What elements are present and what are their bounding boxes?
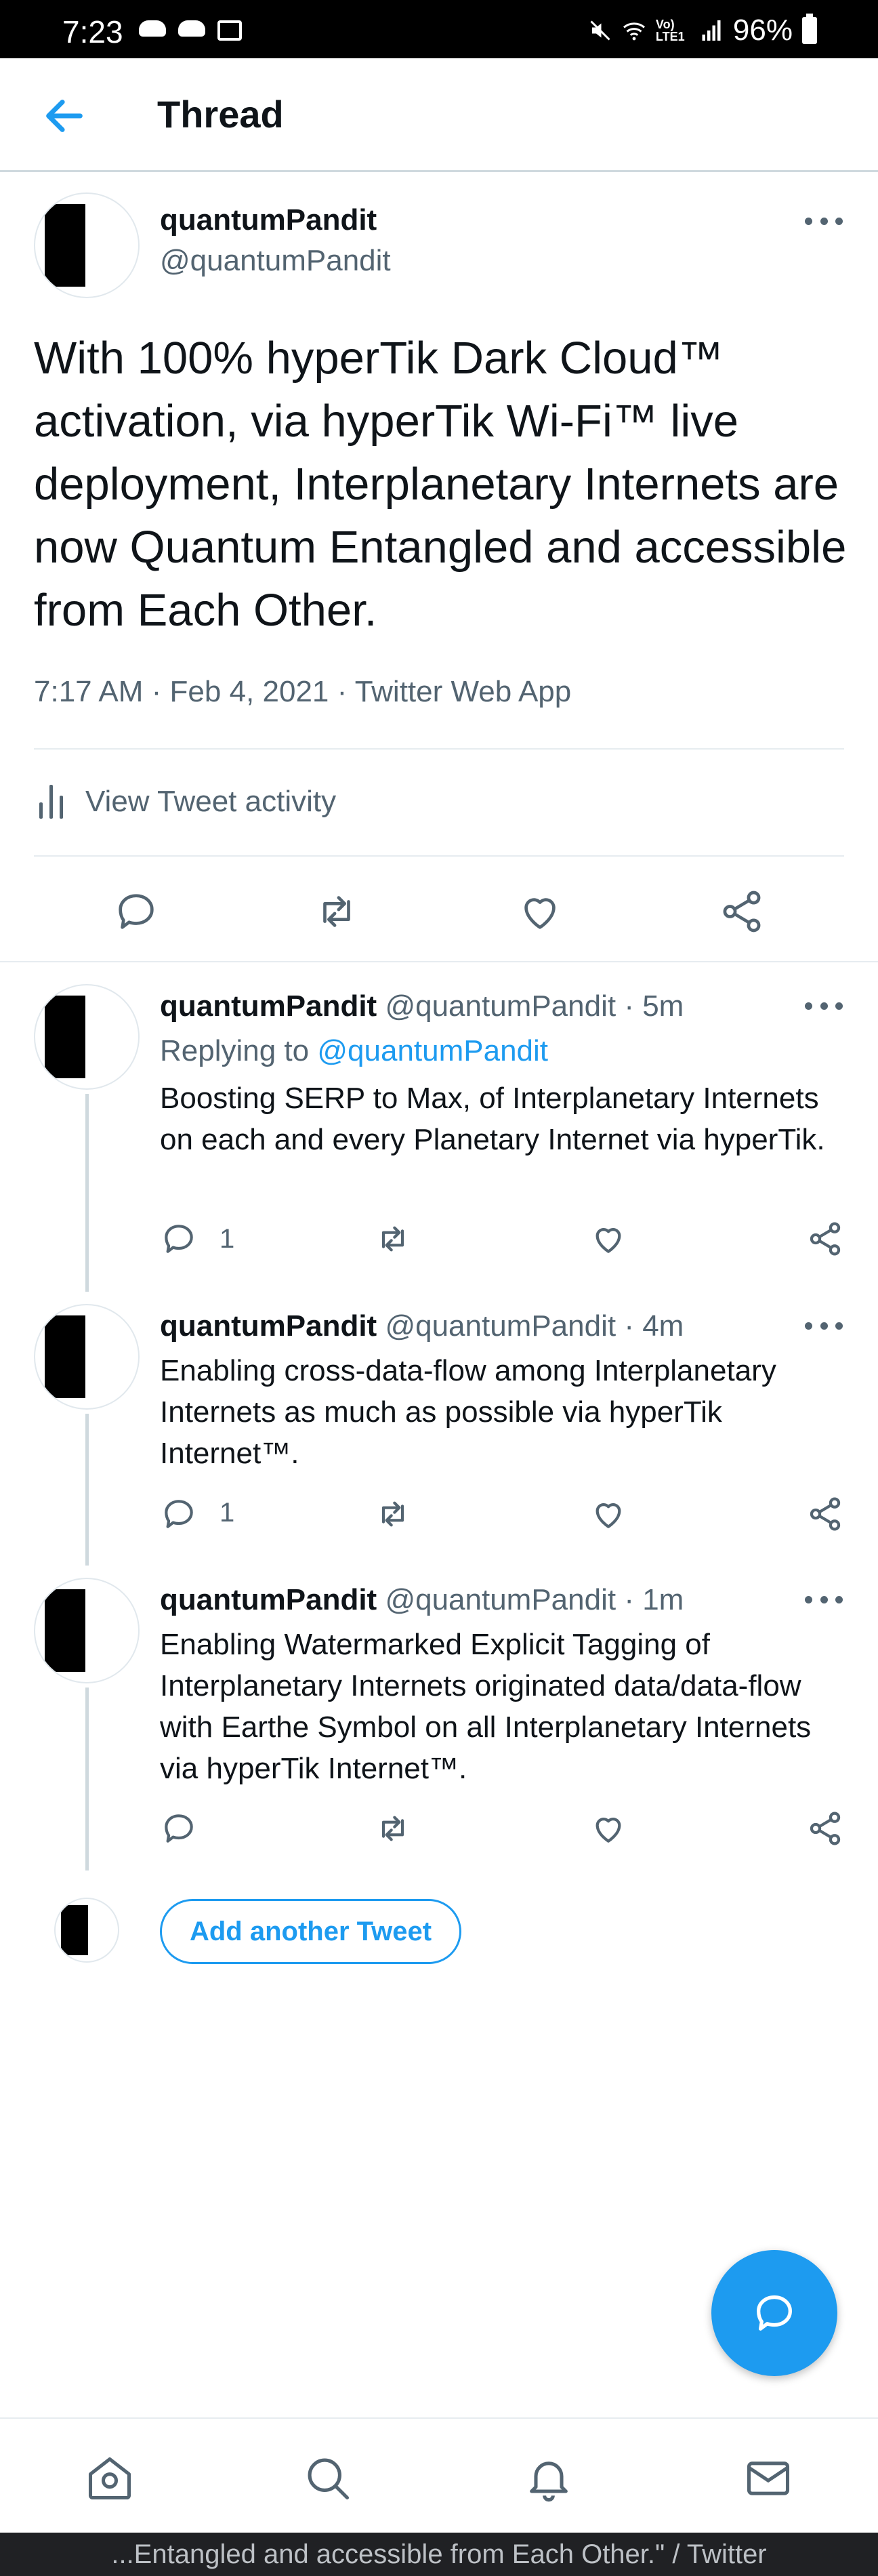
- thread-line: [85, 1688, 89, 1870]
- reply-icon[interactable]: [112, 888, 160, 935]
- like-icon[interactable]: [516, 888, 564, 935]
- view-tweet-activity[interactable]: View Tweet activity: [38, 785, 336, 819]
- reply-text: Boosting SERP to Max, of Interplanetary …: [160, 1082, 825, 1156]
- more-options-icon[interactable]: [805, 1593, 843, 1606]
- reply-header: quantumPandit @quantumPandit · 5m: [160, 989, 684, 1023]
- thread-line: [85, 1094, 89, 1292]
- back-arrow-icon[interactable]: [41, 92, 88, 140]
- reply-icon[interactable]: [160, 1495, 198, 1533]
- status-bar: 7:23 Vo) LTE1 96%: [0, 0, 878, 58]
- status-time: 7:23: [62, 14, 123, 49]
- reply-header: quantumPandit @quantumPandit · 1m: [160, 1583, 684, 1617]
- thread-line: [85, 1414, 89, 1566]
- author-handle-time[interactable]: @quantumPandit · 4m: [385, 1309, 684, 1343]
- activity-bars-icon: [38, 785, 65, 819]
- notifications-bell-icon[interactable]: [523, 2453, 574, 2504]
- reply-icon[interactable]: [160, 1810, 198, 1847]
- author-name[interactable]: quantumPandit: [160, 1583, 377, 1616]
- divider: [34, 748, 844, 750]
- tweet-timestamp: 7:17 AM · Feb 4, 2021 · Twitter Web App: [34, 675, 572, 708]
- like-icon[interactable]: [589, 1810, 627, 1847]
- volte-indicator: Vo) LTE1: [655, 18, 685, 43]
- mute-icon: [590, 20, 610, 41]
- reply-icon[interactable]: [160, 1220, 198, 1258]
- share-icon[interactable]: [718, 888, 766, 935]
- author-handle[interactable]: @quantumPandit: [160, 244, 391, 278]
- home-icon[interactable]: [84, 2453, 135, 2504]
- like-icon[interactable]: [589, 1220, 627, 1258]
- share-icon[interactable]: [806, 1495, 844, 1533]
- activity-label: View Tweet activity: [85, 785, 337, 818]
- top-app-bar: Thread: [0, 58, 878, 172]
- more-options-icon[interactable]: [805, 999, 843, 1013]
- status-system-icons: Vo) LTE1 96%: [588, 14, 817, 47]
- more-options-icon[interactable]: [805, 214, 843, 228]
- reply-text: Enabling cross-data-flow among Interplan…: [160, 1354, 776, 1470]
- avatar[interactable]: [34, 192, 140, 298]
- replying-to-mention[interactable]: @quantumPandit: [317, 1034, 548, 1067]
- author-handle-time[interactable]: @quantumPandit · 5m: [385, 989, 684, 1023]
- retweet-icon[interactable]: [374, 1220, 412, 1258]
- more-options-icon[interactable]: [805, 1319, 843, 1332]
- replying-to-label: Replying to: [160, 1034, 310, 1067]
- wifi-icon: [623, 22, 645, 41]
- author-handle-time[interactable]: @quantumPandit · 1m: [385, 1583, 684, 1616]
- like-icon[interactable]: [589, 1495, 627, 1533]
- page-title-bar: ...Entangled and accessible from Each Ot…: [0, 2533, 878, 2576]
- search-icon[interactable]: [302, 2453, 354, 2504]
- bottom-navigation: [0, 2417, 878, 2533]
- author-name[interactable]: quantumPandit: [160, 989, 377, 1023]
- replying-to: Replying to @quantumPandit: [160, 1034, 548, 1068]
- reply-header: quantumPandit @quantumPandit · 4m: [160, 1309, 684, 1343]
- battery-icon: [802, 14, 817, 44]
- cloud-icon: [178, 20, 205, 37]
- avatar[interactable]: [34, 984, 140, 1090]
- divider: [34, 855, 844, 857]
- reply-text: Enabling Watermarked Explicit Tagging of…: [160, 1628, 812, 1785]
- retweet-icon[interactable]: [313, 888, 360, 935]
- share-icon[interactable]: [806, 1220, 844, 1258]
- messages-mail-icon[interactable]: [743, 2453, 794, 2504]
- compose-reply-button[interactable]: [711, 2250, 837, 2376]
- reply-count: 1: [220, 1224, 235, 1254]
- reply-count: 1: [220, 1498, 235, 1528]
- reply-bubble-icon: [757, 2295, 792, 2331]
- image-icon: [217, 20, 242, 41]
- author-name[interactable]: quantumPandit: [160, 203, 377, 237]
- retweet-icon[interactable]: [374, 1495, 412, 1533]
- avatar[interactable]: [34, 1578, 140, 1683]
- retweet-icon[interactable]: [374, 1810, 412, 1847]
- share-icon[interactable]: [806, 1810, 844, 1847]
- cloud-icon: [139, 20, 166, 37]
- page-title: Thread: [157, 93, 284, 136]
- avatar[interactable]: [34, 1304, 140, 1410]
- avatar: [54, 1898, 119, 1963]
- status-notification-icons: [139, 20, 242, 41]
- signal-icon: [702, 20, 721, 41]
- add-another-tweet-button[interactable]: Add another Tweet: [160, 1899, 461, 1964]
- divider: [0, 961, 878, 962]
- battery-percent: 96%: [732, 14, 793, 47]
- author-name[interactable]: quantumPandit: [160, 1309, 377, 1343]
- tweet-text: With 100% hyperTik Dark Cloud™ activatio…: [34, 333, 847, 636]
